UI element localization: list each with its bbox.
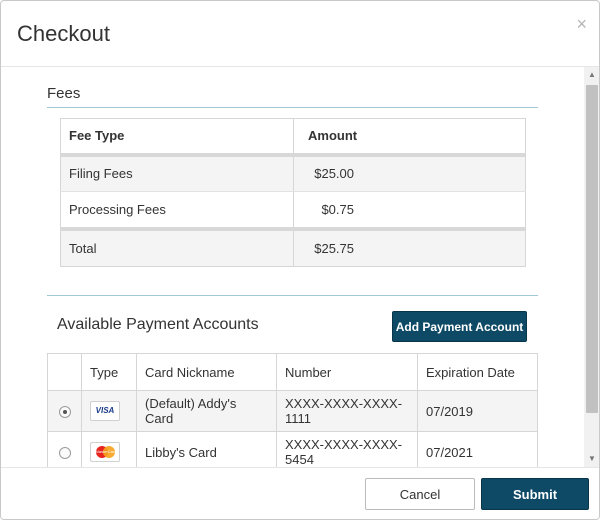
scroll-down-icon[interactable]: ▼ (584, 451, 599, 467)
scroll-thumb[interactable] (586, 85, 598, 413)
submit-button[interactable]: Submit (481, 478, 589, 510)
total-amount-value: $25.75 (314, 240, 354, 256)
number-header: Number (276, 353, 418, 391)
expiration-cell: 07/2019 (417, 390, 538, 432)
total-amount-cell: $25.75 (293, 226, 526, 267)
vertical-scrollbar[interactable]: ▲ ▼ (584, 67, 599, 467)
total-label: Total (60, 226, 294, 267)
dialog-title: Checkout (17, 21, 110, 46)
fee-amount-cell: $0.75 (293, 191, 526, 229)
select-cell (47, 390, 82, 432)
nickname-header: Card Nickname (136, 353, 277, 391)
fee-type-cell: Filing Fees (60, 154, 294, 192)
fee-amount-value: $0.75 (321, 201, 354, 217)
nickname-cell: Libby's Card (136, 431, 277, 467)
payment-accounts-table: Type Card Nickname Number Expiration Dat… (47, 353, 538, 467)
account-radio[interactable] (58, 406, 71, 419)
dialog-body: Fees Fee Type Amount Filing Fees $25.00 … (1, 67, 584, 467)
add-payment-account-button[interactable]: Add Payment Account (392, 311, 527, 342)
number-cell: XXXX-XXXX-XXXX-1111 (276, 390, 418, 432)
fees-divider (47, 107, 538, 108)
fee-amount-cell: $25.00 (293, 154, 526, 192)
cancel-button[interactable]: Cancel (365, 478, 475, 510)
account-row[interactable]: VISA (Default) Addy's Card XXXX-XXXX-XXX… (47, 390, 538, 432)
nickname-cell: (Default) Addy's Card (136, 390, 277, 432)
dialog-header: Checkout × (1, 1, 599, 67)
close-icon[interactable]: × (576, 15, 587, 33)
accounts-header-row: Type Card Nickname Number Expiration Dat… (47, 353, 538, 391)
fees-header-row: Fee Type Amount (60, 118, 526, 157)
accounts-divider (47, 295, 538, 296)
type-cell: MasterCard (81, 431, 137, 467)
select-cell (47, 431, 82, 467)
type-header: Type (81, 353, 137, 391)
fee-amount-value: $25.00 (314, 166, 354, 182)
scroll-up-icon[interactable]: ▲ (584, 67, 599, 83)
fee-type-cell: Processing Fees (60, 191, 294, 229)
visa-card-icon: VISA (90, 401, 120, 421)
fees-section-title: Fees (47, 85, 81, 102)
checkout-dialog: Checkout × Fees Fee Type Amount Filing F… (0, 0, 600, 520)
dialog-footer: Cancel Submit (1, 467, 599, 519)
fee-type-header: Fee Type (60, 118, 294, 157)
fees-table: Fee Type Amount Filing Fees $25.00 Proce… (60, 118, 526, 267)
mastercard-card-icon: MasterCard (90, 442, 120, 462)
fee-row: Processing Fees $0.75 (60, 191, 526, 229)
number-cell: XXXX-XXXX-XXXX-5454 (276, 431, 418, 467)
accounts-section-title: Available Payment Accounts (57, 316, 259, 333)
account-row[interactable]: MasterCard Libby's Card XXXX-XXXX-XXXX-5… (47, 431, 538, 467)
amount-header: Amount (293, 118, 526, 157)
select-header (47, 353, 82, 391)
expiration-header: Expiration Date (417, 353, 538, 391)
fees-total-row: Total $25.75 (60, 226, 526, 267)
type-cell: VISA (81, 390, 137, 432)
fee-row: Filing Fees $25.00 (60, 154, 526, 192)
account-radio[interactable] (58, 447, 71, 460)
expiration-cell: 07/2021 (417, 431, 538, 467)
